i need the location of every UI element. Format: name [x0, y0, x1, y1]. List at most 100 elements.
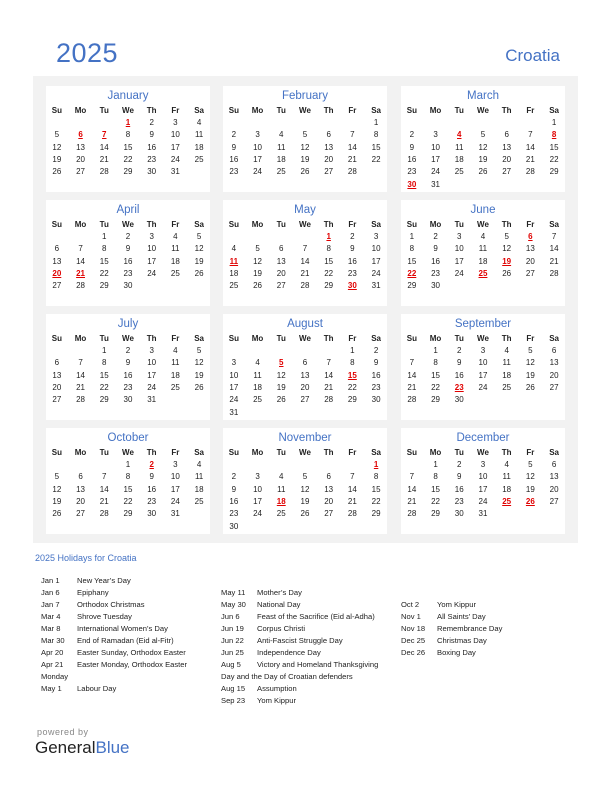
- weekday-label: Tu: [99, 447, 109, 457]
- day-cell: 5: [302, 472, 308, 482]
- day-cell: 26: [525, 383, 535, 393]
- day-cell: 1: [102, 346, 107, 356]
- month-title: July: [117, 318, 139, 330]
- empty-cell: [69, 292, 93, 304]
- holiday-item: Oct 2 Yom Kippur: [401, 599, 502, 611]
- day-cell: 17: [229, 383, 239, 393]
- day-cell: 22: [549, 155, 559, 165]
- day-cell: 9: [457, 472, 462, 482]
- empty-cell: [519, 178, 543, 190]
- day-cell: 25: [454, 167, 464, 177]
- day-cell: 25: [276, 167, 286, 177]
- holiday-date: Mar 30: [41, 636, 65, 645]
- holiday-day-cell: 1: [373, 460, 379, 470]
- day-cell: 2: [457, 346, 462, 356]
- day-cell: 21: [99, 497, 109, 507]
- holiday-name: Yom Kippur: [257, 696, 296, 705]
- day-cell: 30: [229, 521, 239, 531]
- day-cell: 4: [173, 346, 178, 356]
- weekday-label: Tu: [276, 333, 286, 343]
- day-cell: 22: [371, 497, 381, 507]
- month-may: May Su Mo Tu We Th Fr Sa 1 2 3 4 5 6 7 8 9 10 11 12 13 14 15 16…: [223, 200, 387, 306]
- holiday-date: Oct 2: [401, 600, 420, 609]
- day-cell: 20: [502, 155, 512, 165]
- day-cell: 13: [276, 256, 286, 266]
- day-cell: 28: [99, 167, 109, 177]
- day-cell: 5: [302, 130, 308, 140]
- empty-cell: [471, 280, 495, 292]
- day-cell: 2: [231, 130, 237, 140]
- generalblue-logo[interactable]: GeneralBlue: [35, 738, 130, 758]
- day-cell: 14: [324, 370, 334, 380]
- day-cell: 26: [194, 383, 204, 393]
- weekday-label: Fr: [171, 219, 180, 229]
- week-row: 13 14 15 16 17 18 19: [45, 370, 211, 382]
- week-row: 15 16 17 18 19 20 21: [400, 256, 566, 268]
- holiday-day-cell: 4: [457, 130, 462, 140]
- week-row: 21 22 23 24 25 26 27: [400, 382, 566, 394]
- holiday-date: Apr 20: [41, 648, 64, 657]
- day-cell: 6: [551, 346, 557, 356]
- week-row: 18 19 20 21 22 23 24: [222, 268, 388, 280]
- day-cell: 27: [276, 281, 286, 291]
- holiday-day-cell: 15: [347, 370, 357, 380]
- day-cell: 30: [147, 167, 157, 177]
- weekday-label: Sa: [194, 447, 204, 457]
- holiday-item: Monday: [41, 671, 187, 683]
- week-row: 23 24 25 26 27 28 29: [222, 508, 388, 520]
- empty-cell: [424, 406, 448, 418]
- weekday-label: Fr: [526, 447, 535, 457]
- week-row: 29 30: [400, 280, 566, 292]
- day-cell: 5: [255, 244, 260, 254]
- week-row: 2 3 4 5 6 7 8: [222, 129, 388, 141]
- empty-cell: [69, 117, 93, 129]
- month-title: September: [454, 318, 512, 330]
- weekday-label: We: [477, 105, 489, 115]
- day-cell: 9: [409, 142, 415, 152]
- day-cell: 4: [504, 346, 509, 356]
- holiday-name: Corpus Christi: [257, 624, 306, 633]
- day-cell: 29: [123, 509, 133, 519]
- holiday-name: National Day: [257, 600, 301, 609]
- day-cell: 17: [253, 497, 262, 507]
- week-row: 21 22 23 24 25 26 27: [400, 496, 566, 508]
- month-title: June: [470, 204, 496, 216]
- weekday-label: We: [477, 219, 489, 229]
- holiday-day-cell: 30: [347, 281, 357, 291]
- holiday-item: May 11 Mother’s Day: [221, 587, 378, 599]
- month-calendar-table: Su Mo Tu We Th Fr Sa 1 2 3 4 5 6 7 8 9 10 11 12 13 14 15 16 17 1…: [45, 446, 211, 533]
- weekday-label: Th: [501, 105, 512, 115]
- holiday-day-cell: 21: [76, 269, 85, 279]
- day-cell: 28: [549, 269, 559, 279]
- day-cell: 9: [433, 244, 438, 254]
- empty-cell: [222, 231, 246, 243]
- empty-cell: [495, 292, 519, 304]
- empty-cell: [69, 406, 93, 418]
- empty-cell: [164, 406, 188, 418]
- holiday-date: Aug 5: [221, 660, 241, 669]
- week-row: 26 27 28 29 30 31: [45, 508, 211, 520]
- day-cell: 28: [525, 167, 535, 177]
- weekday-label: Sa: [371, 219, 381, 229]
- weekday-label: Su: [228, 105, 239, 115]
- day-cell: 18: [194, 484, 204, 494]
- holiday-item: Mar 4 Shrove Tuesday: [41, 611, 187, 623]
- holiday-name: Easter Monday, Orthodox Easter: [77, 660, 188, 669]
- day-cell: 12: [194, 358, 204, 368]
- month-september: September Su Mo Tu We Th Fr Sa 1 2 3 4 5 6 7 8 9 10 11 12 13…: [401, 314, 565, 420]
- week-row: 5 6 7 8 9 10 11: [45, 129, 211, 141]
- day-cell: 18: [454, 155, 464, 165]
- day-cell: 5: [528, 346, 533, 356]
- weekday-label: Sa: [371, 105, 381, 115]
- day-cell: 4: [279, 130, 284, 140]
- day-cell: 27: [76, 167, 85, 177]
- day-cell: 7: [528, 130, 533, 140]
- empty-cell: [495, 520, 519, 532]
- weekday-header-row: Su Mo Tu We Th Fr Sa: [400, 104, 566, 117]
- weekday-label: Fr: [348, 447, 357, 457]
- empty-cell: [140, 178, 164, 190]
- day-cell: 4: [196, 460, 202, 470]
- day-cell: 6: [54, 244, 60, 254]
- day-cell: 5: [480, 130, 486, 140]
- day-cell: 7: [409, 472, 415, 482]
